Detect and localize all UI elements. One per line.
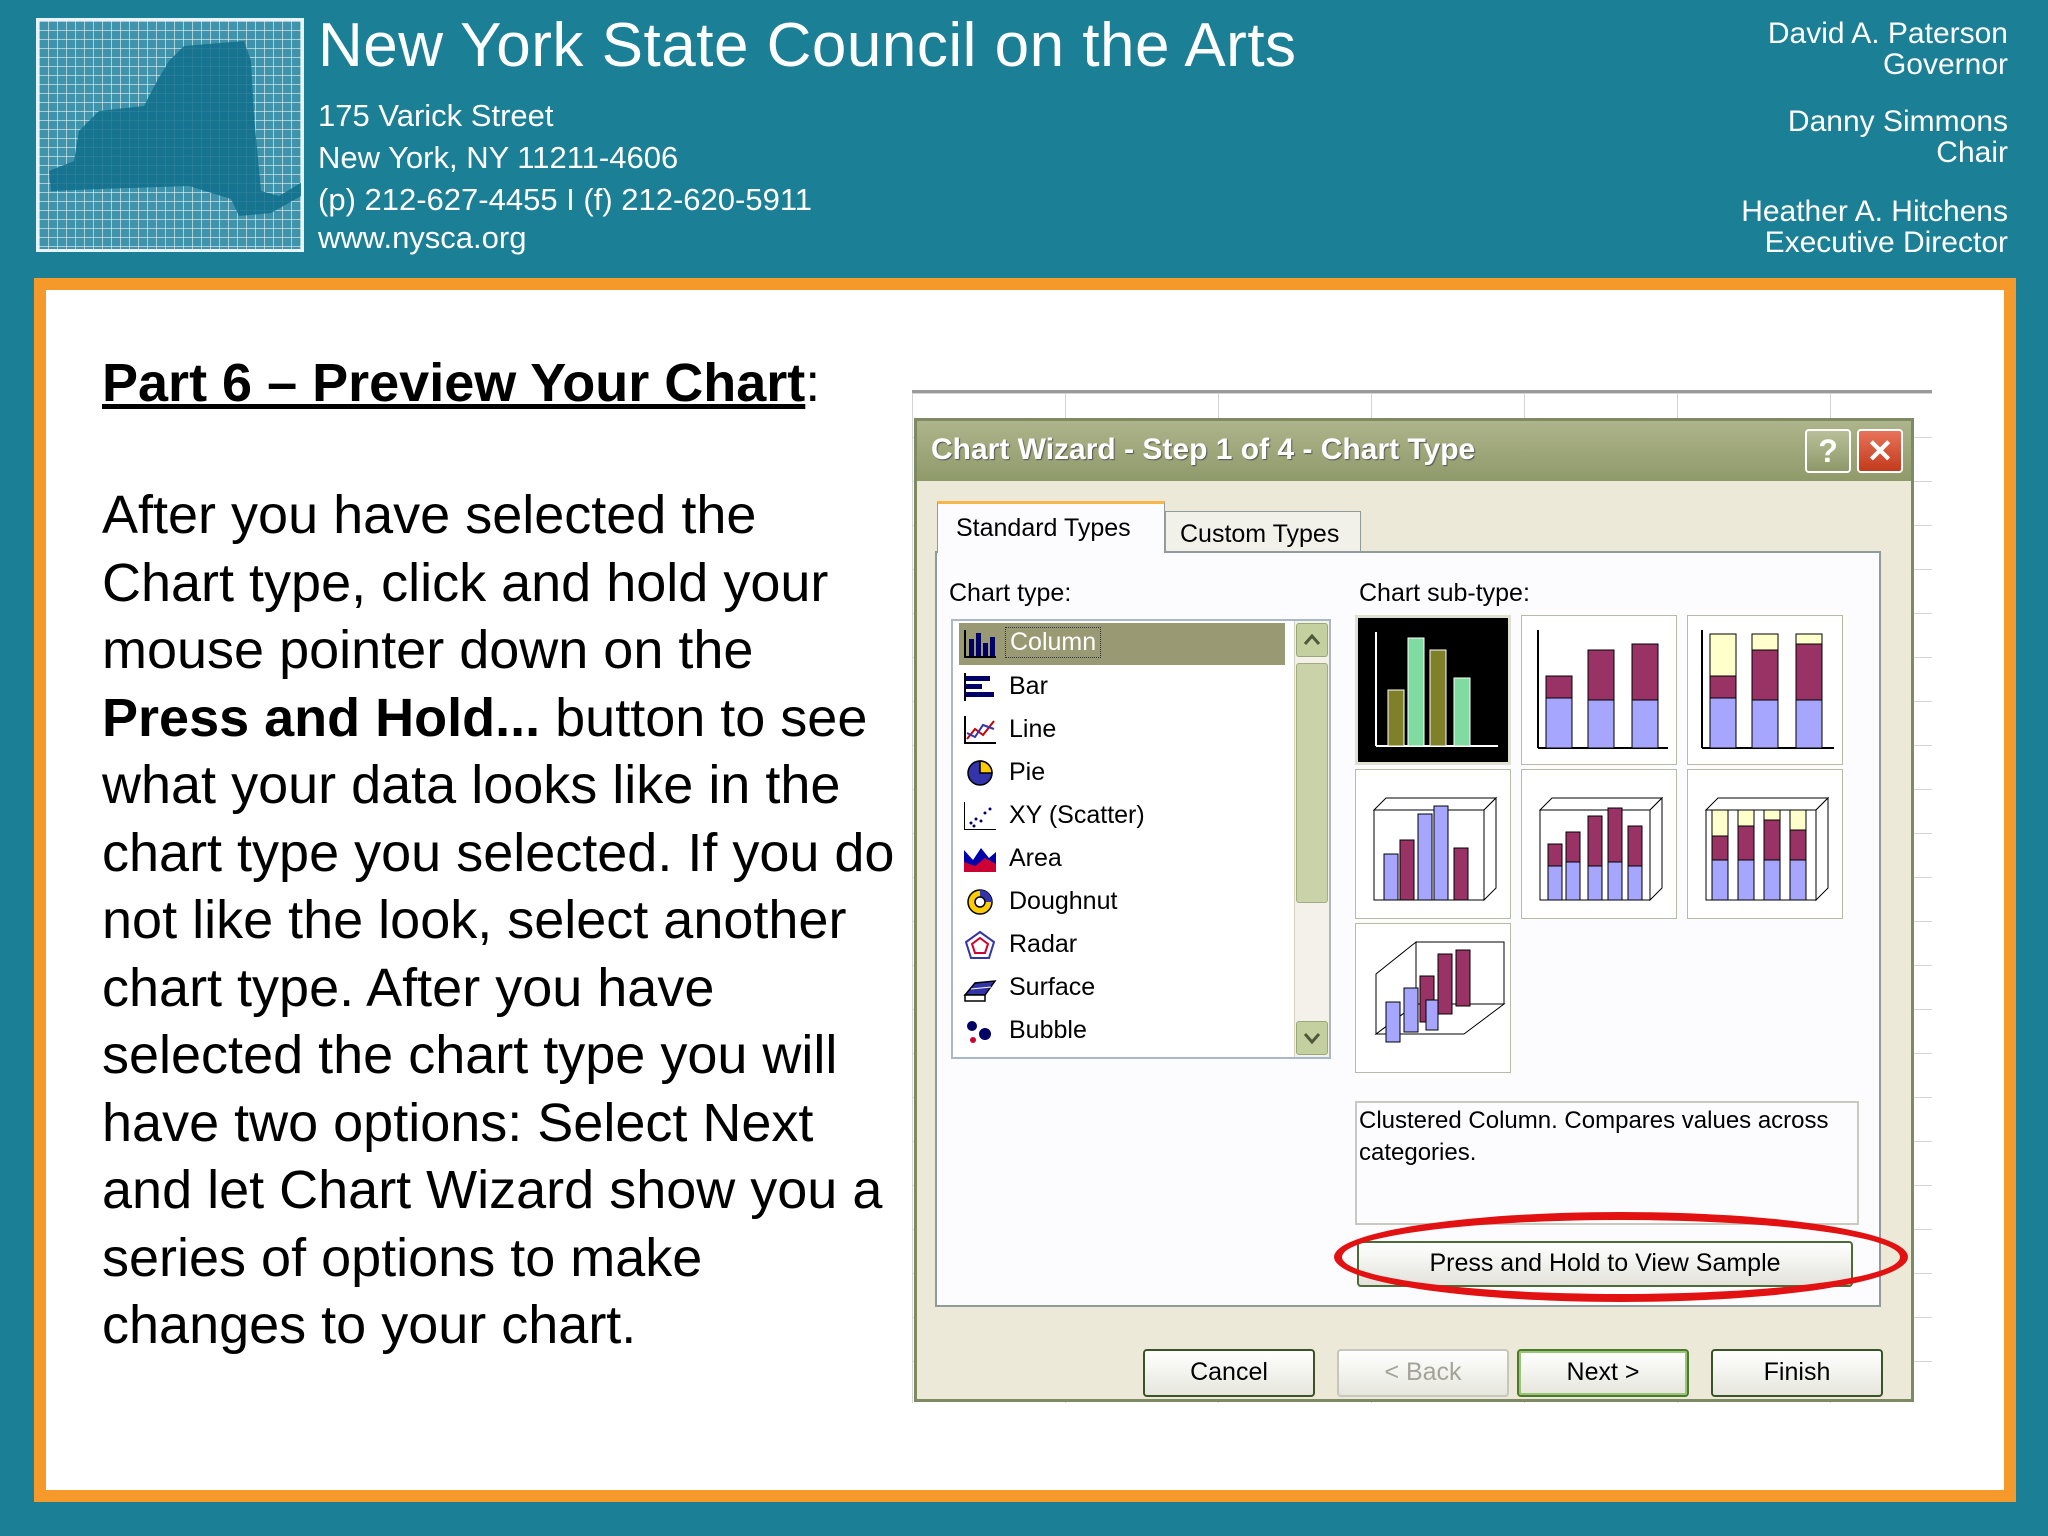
doughnut-chart-icon	[967, 889, 993, 915]
subtype-3d-column[interactable]	[1355, 923, 1511, 1073]
dialog-title: Chart Wizard - Step 1 of 4 - Chart Type	[931, 433, 1476, 466]
header-banner: New York State Council on the Arts 175 V…	[0, 0, 2048, 278]
officer-title: Governor	[1882, 48, 2008, 81]
surface-chart-icon	[963, 980, 997, 1002]
subtype-100-stacked-column[interactable]	[1687, 615, 1843, 765]
area-chart-icon	[964, 848, 996, 872]
3d-percent-stacked-column-icon	[1704, 796, 1830, 902]
phone-fax: (p) 212-627-4455 I (f) 212-620-5911	[318, 182, 813, 217]
instructions-part-1: After you have selected the Chart type, …	[102, 485, 829, 680]
dialog-titlebar[interactable]: Chart Wizard - Step 1 of 4 - Chart Type …	[917, 421, 1911, 481]
subtype-3d-stacked-column[interactable]	[1521, 769, 1677, 919]
chart-type-list[interactable]: Column Bar Line Pie XY (Scatter) Area Do…	[951, 619, 1331, 1059]
cancel-button[interactable]: Cancel	[1143, 1349, 1315, 1397]
officer-title: Executive Director	[1764, 226, 2008, 259]
list-item-label: Line	[1009, 715, 1057, 743]
chart-type-scrollbar[interactable]	[1294, 621, 1329, 1057]
scroll-down-button[interactable]	[1296, 1021, 1328, 1055]
bubble-chart-icon	[967, 1021, 991, 1043]
line-chart-icon	[964, 716, 996, 744]
chevron-down-icon	[1303, 1033, 1321, 1045]
officer-name: David A. Paterson	[1767, 17, 2008, 50]
percent-stacked-column-icon	[1701, 630, 1834, 749]
part-title-text: Part 6 – Preview Your Chart	[102, 353, 806, 413]
scroll-up-button[interactable]	[1296, 623, 1328, 657]
list-item-label: Column	[1005, 627, 1102, 658]
list-item-doughnut[interactable]: Doughnut	[959, 881, 1285, 923]
close-button[interactable]: ✕	[1857, 429, 1903, 473]
chart-subtype-label: Chart sub-type:	[1359, 579, 1530, 607]
list-item-column[interactable]: Column	[959, 623, 1285, 665]
subtype-clustered-column[interactable]	[1355, 615, 1511, 765]
tab-standard-types[interactable]: Standard Types	[937, 501, 1165, 553]
officer-name: Danny Simmons	[1787, 105, 2008, 138]
stacked-column-icon	[1537, 630, 1668, 749]
column-chart-icon	[964, 630, 996, 658]
radar-chart-icon	[964, 930, 996, 959]
clustered-column-icon	[1375, 632, 1498, 747]
instructions-bold: Press and Hold...	[102, 687, 541, 748]
list-item-label: Doughnut	[1009, 887, 1118, 915]
finish-button[interactable]: Finish	[1711, 1349, 1883, 1397]
press-and-hold-button[interactable]: Press and Hold to View Sample	[1357, 1241, 1853, 1287]
part-title: Part 6 – Preview Your Chart:	[102, 352, 820, 414]
officer-title: Chair	[1936, 136, 2008, 169]
list-item-label: Area	[1009, 844, 1062, 872]
list-item-radar[interactable]: Radar	[959, 924, 1285, 966]
list-item-label: XY (Scatter)	[1009, 801, 1145, 829]
back-button[interactable]: < Back	[1337, 1349, 1509, 1397]
organization-name: New York State Council on the Arts	[318, 11, 1297, 80]
chart-type-label: Chart type:	[949, 579, 1072, 607]
subtype-3d-clustered-column[interactable]	[1355, 769, 1511, 919]
website-link[interactable]: www.nysca.org	[318, 220, 526, 256]
list-item-label: Bubble	[1009, 1016, 1087, 1044]
part-title-colon: :	[805, 353, 821, 413]
officer-name: Heather A. Hitchens	[1741, 195, 2008, 228]
standard-types-panel: Chart type: Chart sub-type: Column Bar L…	[935, 551, 1881, 1307]
chevron-up-icon	[1303, 633, 1321, 645]
list-item-label: Surface	[1009, 973, 1096, 1001]
list-item-area[interactable]: Area	[959, 838, 1285, 880]
subtype-3d-100-stacked-column[interactable]	[1687, 769, 1843, 919]
tab-custom-types[interactable]: Custom Types	[1165, 511, 1361, 553]
slide-content: Part 6 – Preview Your Chart: After you h…	[34, 278, 2016, 1502]
chart-wizard-dialog: Chart Wizard - Step 1 of 4 - Chart Type …	[914, 418, 1914, 1402]
list-item-xy-scatter[interactable]: XY (Scatter)	[959, 795, 1285, 837]
bar-chart-icon	[964, 673, 994, 701]
help-button[interactable]: ?	[1805, 429, 1851, 473]
address-city: New York, NY 11211-4606	[318, 140, 679, 175]
address-street: 175 Varick Street	[318, 98, 554, 133]
list-item-label: Radar	[1009, 930, 1078, 958]
list-item-surface[interactable]: Surface	[959, 967, 1285, 1009]
officer-governor: David A. Paterson Governor	[1768, 18, 2008, 80]
chart-description: Clustered Column. Compares values across…	[1355, 1101, 1859, 1225]
nys-map-logo	[36, 18, 304, 252]
instructions-part-2: button to see what your data looks like …	[102, 687, 895, 1356]
scroll-thumb[interactable]	[1296, 663, 1328, 903]
3d-stacked-column-icon	[1538, 796, 1664, 902]
list-item-label: Bar	[1009, 672, 1048, 700]
subtype-stacked-column[interactable]	[1521, 615, 1677, 765]
instructions-text: After you have selected the Chart type, …	[102, 482, 902, 1360]
scatter-chart-icon	[964, 802, 996, 830]
pie-chart-icon	[967, 760, 993, 786]
3d-column-icon	[1374, 940, 1506, 1043]
officer-executive-director: Heather A. Hitchens Executive Director	[1741, 196, 2008, 258]
list-item-pie[interactable]: Pie	[959, 752, 1285, 794]
list-item-label: Pie	[1009, 758, 1046, 786]
3d-clustered-column-icon	[1372, 796, 1498, 902]
officer-chair: Danny Simmons Chair	[1788, 106, 2008, 168]
list-item-bar[interactable]: Bar	[959, 666, 1285, 708]
list-item-line[interactable]: Line	[959, 709, 1285, 751]
list-item-bubble[interactable]: Bubble	[959, 1010, 1285, 1052]
next-button[interactable]: Next >	[1517, 1349, 1689, 1397]
